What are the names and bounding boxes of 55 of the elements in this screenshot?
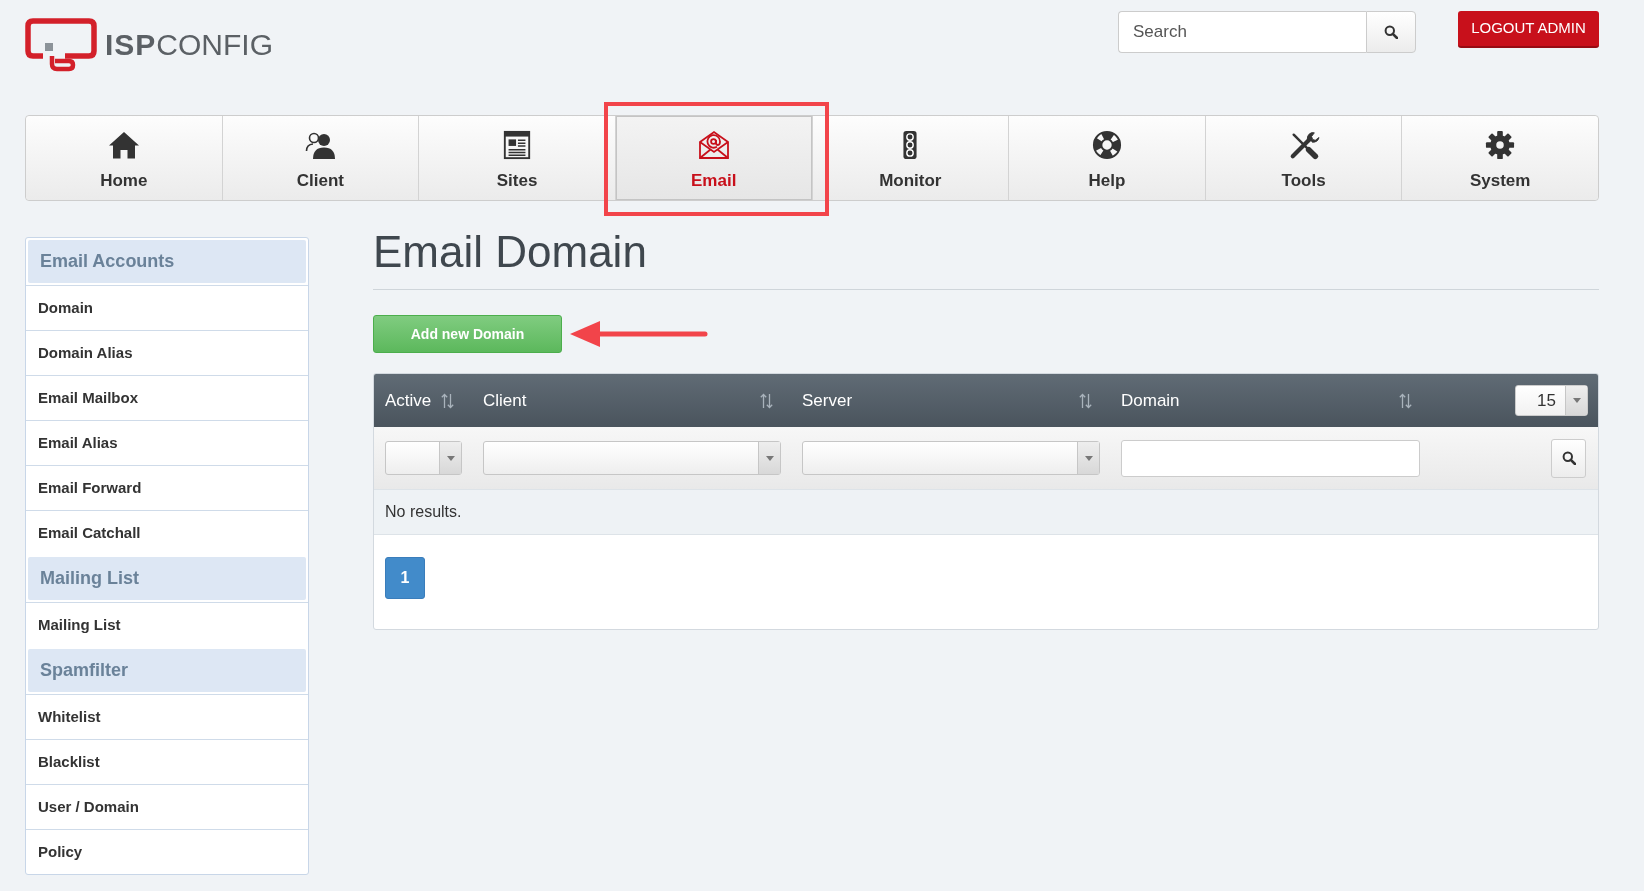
envelope-icon [697,130,730,160]
sidebar-heading: Spamfilter [28,649,306,692]
filter-field[interactable] [1121,439,1420,477]
sidebar-item[interactable]: Whitelist [26,694,308,739]
column-header[interactable]: Server [802,387,853,414]
logo-icon [25,18,97,72]
gear-icon [1484,130,1517,160]
filter-select[interactable] [802,441,1100,475]
sidebar-item[interactable]: Domain Alias [26,330,308,375]
sidebar-item[interactable]: Email Catchall [26,510,308,555]
sidebar-item[interactable]: Policy [26,829,308,874]
sidebar-item[interactable]: Email Forward [26,465,308,510]
page-button[interactable]: 1 [385,557,425,599]
sort-icon[interactable] [1399,392,1412,409]
search-icon [1561,451,1576,465]
column-header[interactable]: Active [385,387,432,414]
sidebar-item[interactable]: Email Alias [26,420,308,465]
sort-icon[interactable] [1079,392,1092,409]
sidebar-item[interactable]: Email Mailbox [26,375,308,420]
logo-text: ISPCONFIG [105,30,274,60]
logout-button[interactable]: LOGOUT ADMIN [1458,11,1599,48]
home-icon [107,130,140,160]
caret-icon [765,455,774,461]
nav-tab[interactable]: Email [614,116,812,200]
caret-icon [1572,398,1581,403]
nav-tab[interactable]: Monitor [811,116,1009,200]
page-size-select[interactable]: 15 [1515,385,1588,416]
column-header[interactable]: Domain [1121,387,1180,414]
users-icon [304,130,337,160]
sidebar-heading: Mailing List [28,557,306,600]
filter-select[interactable] [483,441,781,475]
search-icon [1384,25,1398,39]
sidebar-heading: Email Accounts [28,240,306,283]
search-field[interactable]: Search [1118,11,1366,53]
sidebar-item[interactable]: Domain [26,285,308,330]
sort-icon[interactable] [441,392,454,409]
search-button[interactable] [1551,438,1586,478]
sort-icon[interactable] [760,392,773,409]
caret-icon [446,455,455,461]
caret-icon [1084,455,1093,461]
lifebuoy-icon [1090,130,1123,160]
nav-tab[interactable]: System [1401,116,1598,200]
sidebar-item[interactable]: User / Domain [26,784,308,829]
nav-tab[interactable]: Sites [418,116,615,200]
column-header[interactable]: Client [483,387,527,414]
search-button[interactable] [1366,11,1416,53]
no-results-text: No results. [385,502,462,522]
sidebar-item[interactable]: Blacklist [26,739,308,784]
page-title: Email Domain [373,230,647,274]
sidebar-item[interactable]: Mailing List [26,602,308,647]
filter-select[interactable] [385,441,462,475]
nav-tab[interactable]: Help [1008,116,1205,200]
nav-tab[interactable]: Home [26,116,222,200]
nav-tab[interactable]: Client [221,116,419,200]
nav-tab[interactable]: Tools [1204,116,1402,200]
